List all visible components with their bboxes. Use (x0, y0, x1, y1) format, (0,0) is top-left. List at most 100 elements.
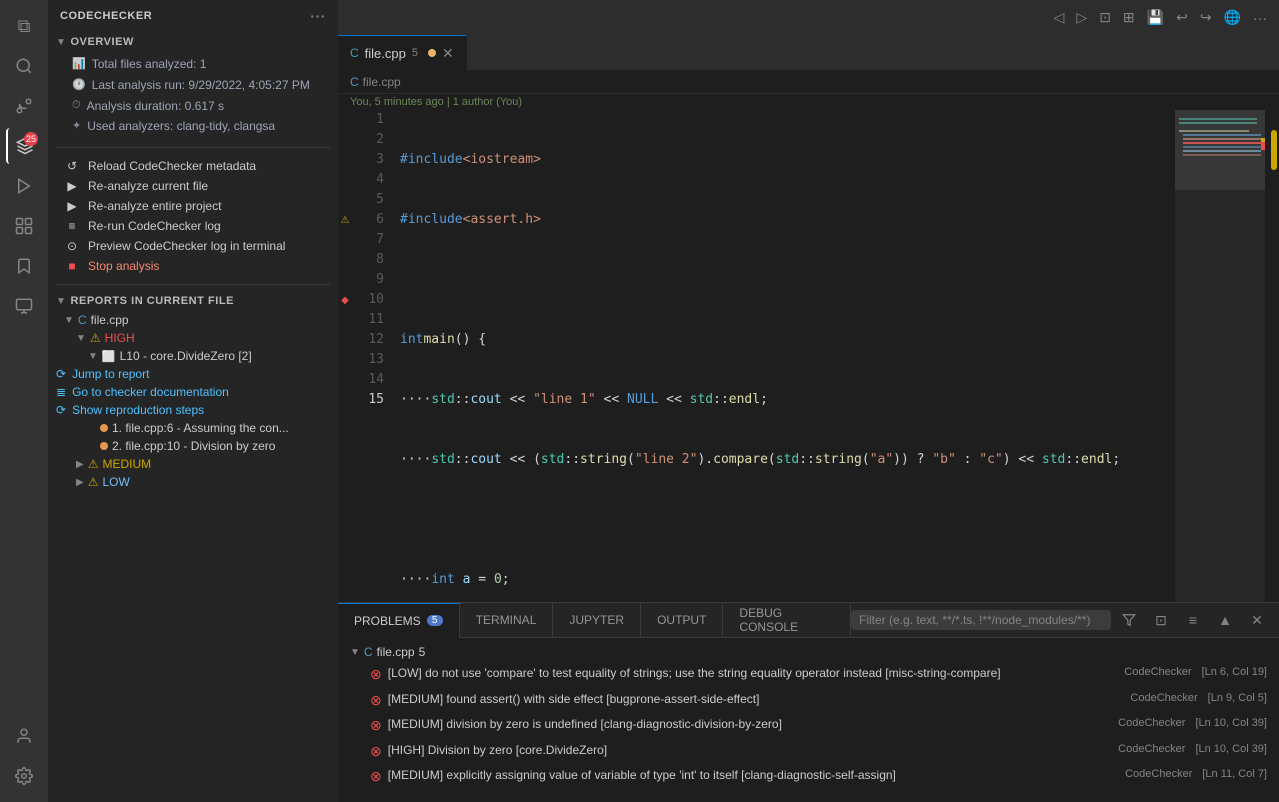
problem-error-icon-3: ⊗ (370, 716, 382, 736)
blame-info: You, 5 minutes ago | 1 author (You) (338, 94, 1279, 110)
toolbar-split-icon[interactable]: ⊡ (1095, 9, 1115, 26)
tab-terminal[interactable]: TERMINAL (460, 603, 554, 638)
tab-file-cpp[interactable]: C file.cpp 5 ✕ (338, 35, 467, 70)
problem-error-icon-2: ⊗ (370, 691, 382, 711)
problems-filter-input[interactable] (851, 610, 1111, 630)
problem-text-3: [MEDIUM] division by zero is undefined [… (388, 716, 1108, 733)
stop-analysis-action[interactable]: ■ Stop analysis (48, 256, 338, 276)
bookmark-icon[interactable] (6, 248, 42, 284)
account-icon[interactable] (6, 718, 42, 754)
tab-terminal-label: TERMINAL (476, 613, 537, 627)
problem-item-1[interactable]: ⊗ [LOW] do not use 'compare' to test equ… (338, 662, 1279, 688)
high-severity-icon: ⚠ (90, 331, 101, 345)
reports-file-item[interactable]: ▼ C file.cpp (48, 311, 338, 329)
toolbar-redo-icon[interactable]: ↪ (1196, 9, 1216, 26)
duration-text: Analysis duration: 0.617 s (87, 98, 224, 115)
deploy-icon[interactable] (6, 288, 42, 324)
problems-content: ▼ C file.cpp 5 ⊗ [LOW] do not use 'compa… (338, 638, 1279, 802)
extensions-icon[interactable] (6, 208, 42, 244)
run-debug-icon[interactable] (6, 168, 42, 204)
ln-4: 4 (352, 170, 384, 190)
sidebar: CODECHECKER ··· ▼ OVERVIEW 📊 Total files… (48, 0, 338, 802)
checker-divzero-item[interactable]: ▼ ⬜ L10 - core.DivideZero [2] (48, 347, 338, 365)
reports-section-title[interactable]: ▼ REPORTS IN CURRENT FILE (48, 291, 338, 311)
problem-item-3[interactable]: ⊗ [MEDIUM] division by zero is undefined… (338, 713, 1279, 739)
reanalyze-file-action[interactable]: ▶ Re-analyze current file (48, 176, 338, 196)
panel-list-view-button[interactable]: ≡ (1179, 606, 1207, 634)
medium-severity-label: MEDIUM (102, 457, 334, 471)
problem-item-4[interactable]: ⊗ [HIGH] Division by zero [core.DivideZe… (338, 739, 1279, 765)
settings-icon[interactable] (6, 758, 42, 794)
bug-item-2[interactable]: 2. file.cpp:10 - Division by zero (48, 437, 338, 455)
problem-source-4: CodeChecker (1118, 742, 1185, 757)
margin-11 (338, 310, 352, 330)
show-reproduction-action[interactable]: ⟳ Show reproduction steps (48, 401, 338, 419)
code-area[interactable]: #include <iostream> #include <assert.h> … (392, 110, 1175, 602)
preview-log-action[interactable]: ⊙ Preview CodeChecker log in terminal (48, 236, 338, 256)
severity-low-item[interactable]: ▶ ⚠ LOW (48, 473, 338, 491)
tab-output[interactable]: OUTPUT (641, 603, 723, 638)
tab-close-icon[interactable]: ✕ (442, 45, 454, 62)
reports-filename: file.cpp (91, 313, 334, 327)
toolbar-undo-icon[interactable]: ↩ (1172, 9, 1192, 26)
breadcrumb-filename[interactable]: file.cpp (363, 75, 401, 89)
stop-analysis-label: Stop analysis (88, 259, 159, 273)
ln-15: 15 (352, 390, 384, 410)
problem-group-file-cpp[interactable]: ▼ C file.cpp 5 (338, 642, 1279, 662)
search-icon[interactable] (6, 48, 42, 84)
ln-13: 13 (352, 350, 384, 370)
tab-debug-console[interactable]: DEBUG CONSOLE (723, 603, 851, 638)
code-line-7 (400, 510, 1167, 530)
toolbar-more-icon[interactable]: ··· (1249, 10, 1271, 26)
overview-section-title[interactable]: ▼ OVERVIEW (48, 32, 338, 52)
jump-to-report-action[interactable]: ⟳ Jump to report (48, 365, 338, 383)
filter-icon-button[interactable] (1115, 606, 1143, 634)
toolbar-forward-icon[interactable]: ▷ (1072, 9, 1091, 26)
code-line-1: #include <iostream> (400, 150, 1167, 170)
ln-1: 1 (352, 110, 384, 130)
file-expand-arrow: ▼ (64, 315, 74, 326)
scrollbar-thumb (1271, 130, 1277, 170)
toolbar-grid-icon[interactable]: ⊞ (1119, 9, 1139, 26)
reload-metadata-label: Reload CodeChecker metadata (88, 159, 256, 173)
go-to-docs-action[interactable]: ≣ Go to checker documentation (48, 383, 338, 401)
tab-jupyter[interactable]: JUPYTER (553, 603, 641, 638)
ln-12: 12 (352, 330, 384, 350)
bug-label-1: 1. file.cpp:6 - Assuming the con... (112, 421, 334, 435)
total-files-text: Total files analyzed: 1 (92, 56, 207, 73)
problem-item-5[interactable]: ⊗ [MEDIUM] explicitly assigning value of… (338, 764, 1279, 790)
code-line-8: ····int a = 0; (400, 570, 1167, 590)
reanalyze-project-label: Re-analyze entire project (88, 199, 221, 213)
severity-high-item[interactable]: ▼ ⚠ HIGH (48, 329, 338, 347)
source-control-icon[interactable] (6, 88, 42, 124)
sidebar-menu-button[interactable]: ··· (310, 8, 326, 24)
bug-item-1[interactable]: 1. file.cpp:6 - Assuming the con... (48, 419, 338, 437)
bug-dot-1 (100, 424, 108, 432)
reload-metadata-action[interactable]: ↺ Reload CodeChecker metadata (48, 156, 338, 176)
rerun-log-action[interactable]: ≡ Re-run CodeChecker log (48, 216, 338, 236)
reanalyze-project-icon: ▶ (64, 199, 80, 213)
reports-section: ▼ REPORTS IN CURRENT FILE ▼ C file.cpp ▼… (48, 291, 338, 491)
problem-item-2[interactable]: ⊗ [MEDIUM] found assert() with side effe… (338, 688, 1279, 714)
show-reproduction-label: Show reproduction steps (72, 403, 204, 417)
toolbar-back-icon[interactable]: ◁ (1050, 9, 1069, 26)
explorer-icon[interactable]: ⧉ (6, 8, 42, 44)
medium-expand-arrow: ▶ (76, 459, 84, 470)
total-files-icon: 📊 (72, 57, 86, 72)
stop-icon: ■ (64, 259, 80, 273)
reanalyze-project-action[interactable]: ▶ Re-analyze entire project (48, 196, 338, 216)
panel-toggle-button[interactable]: ⊡ (1147, 606, 1175, 634)
problem-location-4: [Ln 10, Col 39] (1195, 742, 1267, 757)
codechecker-icon[interactable]: 25 (6, 128, 42, 164)
tab-problems[interactable]: PROBLEMS 5 (338, 603, 460, 638)
toolbar-save-icon[interactable]: 💾 (1143, 9, 1168, 26)
panel-expand-button[interactable]: ▲ (1211, 606, 1239, 634)
severity-medium-item[interactable]: ▶ ⚠ MEDIUM (48, 455, 338, 473)
code-line-4: int main() { (400, 330, 1167, 350)
toolbar-web-icon[interactable]: 🌐 (1220, 9, 1245, 26)
panel-close-button[interactable]: ✕ (1243, 606, 1271, 634)
analyzers-text: Used analyzers: clang-tidy, clangsa (87, 118, 275, 135)
editor-scrollbar[interactable] (1265, 110, 1279, 602)
checker-expand-arrow: ▼ (88, 351, 98, 362)
total-files-item: 📊 Total files analyzed: 1 (64, 54, 338, 75)
